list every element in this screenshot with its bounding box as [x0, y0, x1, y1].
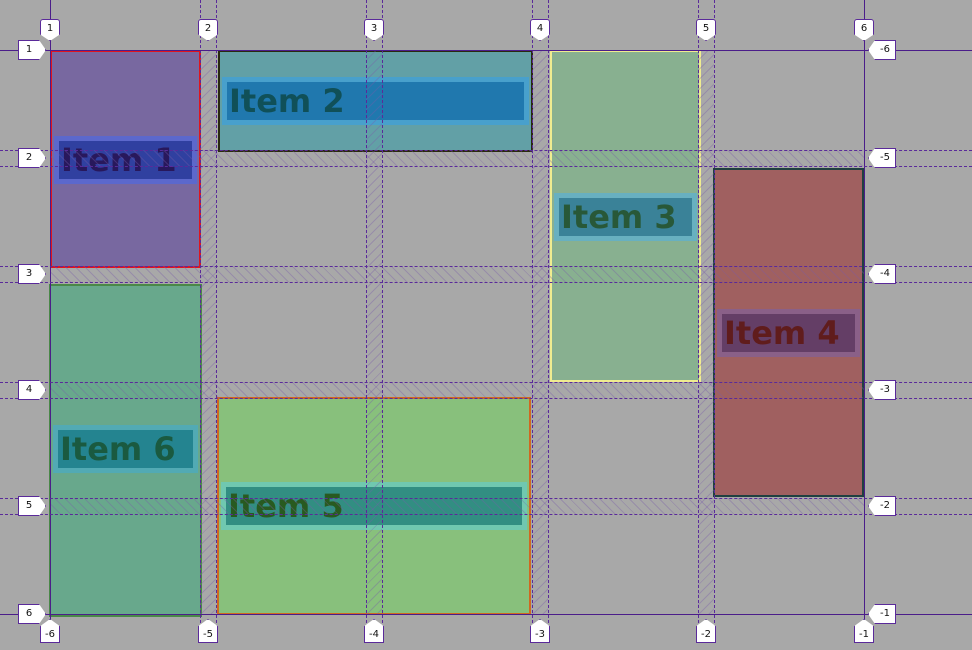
column-line-badge-bottom: -5	[198, 619, 218, 643]
column-line-badge-bottom: -2	[696, 619, 716, 643]
row-line-badge-left: 1	[18, 40, 46, 60]
column-line-badge-top: 4	[530, 19, 550, 41]
row-line-badge-left: 3	[18, 264, 46, 284]
column-line-badge-bottom: -4	[364, 619, 384, 643]
column-line-badge-bottom: -3	[530, 619, 550, 643]
column-line-badge-top: 6	[854, 19, 874, 41]
row-line-badge-left: 5	[18, 496, 46, 516]
row-line-badge-right: -3	[868, 380, 896, 400]
row-line-badge-left: 4	[18, 380, 46, 400]
row-line-badge-left: 6	[18, 604, 46, 624]
row-line-badge-left: 2	[18, 148, 46, 168]
column-line-badge-bottom: -6	[40, 619, 60, 643]
row-line-badge-right: -5	[868, 148, 896, 168]
row-line-badge-right: -2	[868, 496, 896, 516]
column-line-badge-top: 1	[40, 19, 60, 41]
line-number-badges: 1 2 3 4 5 6 -6 -5 -4 -3 -2 -1 1 2 3 4 5 …	[0, 0, 972, 643]
column-line-badge-bottom: -1	[854, 619, 874, 643]
row-line-badge-right: -1	[868, 604, 896, 624]
column-line-badge-top: 5	[696, 19, 716, 41]
row-line-badge-right: -6	[868, 40, 896, 60]
column-line-badge-top: 2	[198, 19, 218, 41]
column-line-badge-top: 3	[364, 19, 384, 41]
row-line-badge-right: -4	[868, 264, 896, 284]
